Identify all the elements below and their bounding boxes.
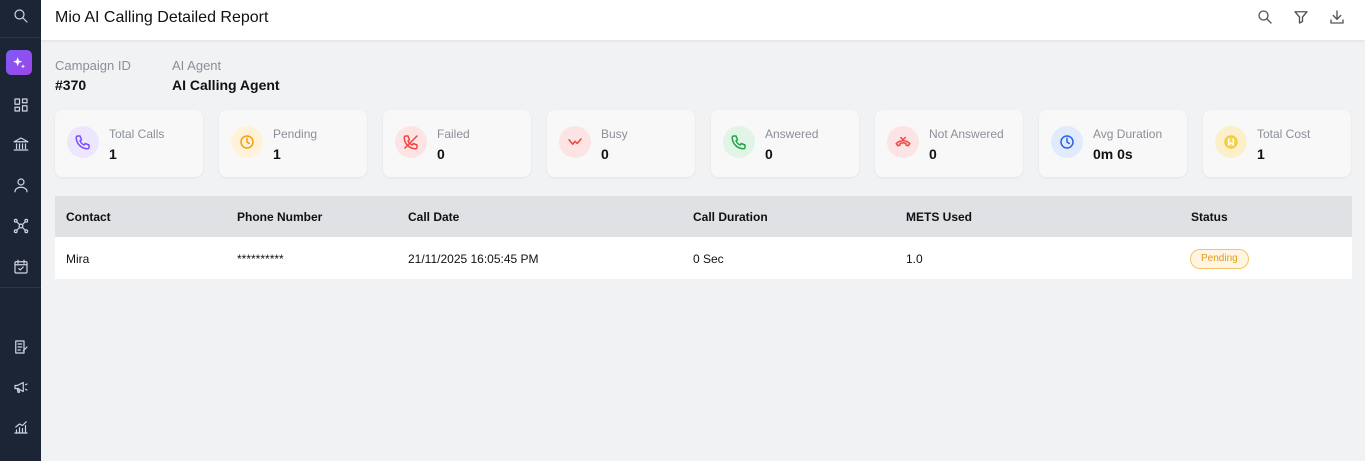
cell-phone-number: ********** (237, 252, 284, 266)
phone-missed-icon (395, 126, 427, 158)
sidebar-divider (0, 37, 41, 38)
cell-mets-used: 1.0 (906, 252, 923, 266)
column-mets-used[interactable]: METS Used (906, 210, 972, 224)
cell-call-date: 21/11/2025 16:05:45 PM (408, 252, 539, 266)
stat-card-pending: Pending 1 (219, 110, 367, 177)
download-icon[interactable] (1326, 6, 1348, 28)
cell-contact: Mira (66, 252, 90, 266)
phone-answered-icon (723, 126, 755, 158)
column-contact[interactable]: Contact (66, 210, 111, 224)
stat-value: 0 (601, 146, 609, 162)
notes-icon[interactable] (0, 327, 41, 367)
stat-card-total-calls: Total Calls 1 (55, 110, 203, 177)
stat-card-not-answered: Not Answered 0 (875, 110, 1023, 177)
stat-value: 0m 0s (1093, 146, 1133, 162)
stat-value: 0 (929, 146, 937, 162)
busy-icon (559, 126, 591, 158)
stat-value: 1 (109, 146, 117, 162)
stat-value: 0 (765, 146, 773, 162)
stat-label: Total Cost (1257, 127, 1311, 141)
sidebar-divider (0, 287, 41, 288)
filter-icon[interactable] (1290, 6, 1312, 28)
phone-icon (67, 126, 99, 158)
dashboard-icon[interactable] (0, 85, 41, 125)
call-report-table: Contact Phone Number Call Date Call Dura… (55, 196, 1352, 279)
sidebar-search-icon[interactable] (0, 0, 41, 36)
column-call-date[interactable]: Call Date (408, 210, 459, 224)
clock-icon (1051, 126, 1083, 158)
stat-label: Failed (437, 127, 470, 141)
stat-card-total-cost: Total Cost 1 (1203, 110, 1351, 177)
stat-card-answered: Answered 0 (711, 110, 859, 177)
user-icon[interactable] (0, 165, 41, 205)
column-status[interactable]: Status (1191, 210, 1228, 224)
search-icon[interactable] (1254, 6, 1276, 28)
stat-label: Pending (273, 127, 318, 141)
stat-value: 1 (1257, 146, 1265, 162)
stat-label: Avg Duration (1093, 127, 1163, 141)
status-badge: Pending (1190, 249, 1249, 269)
bank-icon[interactable] (0, 124, 41, 164)
stat-label: Answered (765, 127, 819, 141)
stat-card-failed: Failed 0 (383, 110, 531, 177)
campaign-id-value: #370 (55, 77, 87, 93)
stat-card-busy: Busy 0 (547, 110, 695, 177)
coin-icon (1215, 126, 1247, 158)
sidebar (0, 0, 41, 461)
page-header: Mio AI Calling Detailed Report (41, 0, 1365, 41)
stat-value: 1 (273, 146, 281, 162)
analytics-icon[interactable] (0, 407, 41, 447)
phone-hangup-icon (887, 126, 919, 158)
cell-call-duration: 0 Sec (693, 252, 724, 266)
calendar-check-icon[interactable] (0, 247, 41, 287)
table-header: Contact Phone Number Call Date Call Dura… (55, 196, 1352, 237)
stat-card-avg-duration: Avg Duration 0m 0s (1039, 110, 1187, 177)
column-phone-number[interactable]: Phone Number (237, 210, 322, 224)
ai-agent-value: AI Calling Agent (172, 77, 280, 93)
megaphone-icon[interactable] (0, 367, 41, 407)
stat-label: Busy (601, 127, 628, 141)
table-row[interactable]: Mira ********** 21/11/2025 16:05:45 PM 0… (55, 237, 1352, 279)
stat-label: Not Answered (929, 127, 1004, 141)
ai-agent-label: AI Agent (172, 58, 222, 73)
stat-label: Total Calls (109, 127, 165, 141)
network-icon[interactable] (0, 206, 41, 246)
clock-icon (231, 126, 263, 158)
stat-value: 0 (437, 146, 445, 162)
ai-sparkle-icon[interactable] (6, 50, 32, 75)
column-call-duration[interactable]: Call Duration (693, 210, 768, 224)
campaign-id-label: Campaign ID (55, 58, 131, 73)
page-title: Mio AI Calling Detailed Report (55, 9, 269, 26)
